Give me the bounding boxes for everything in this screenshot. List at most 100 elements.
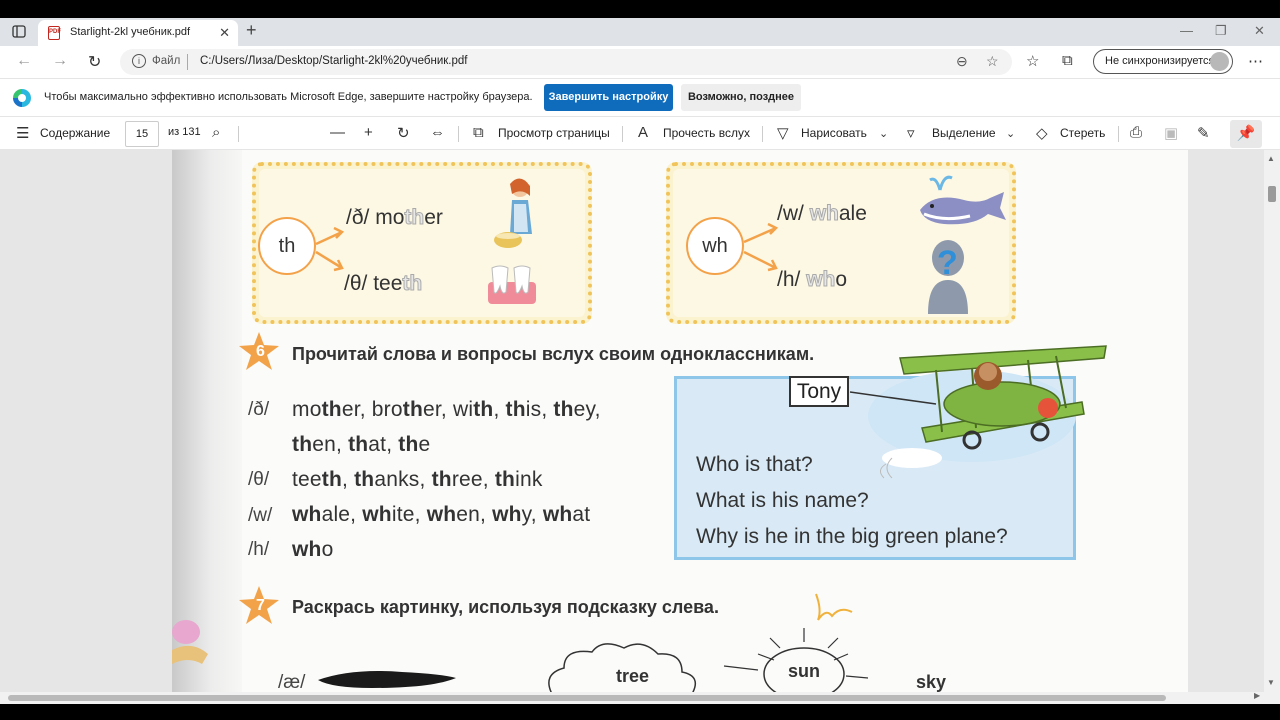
pdf-viewer[interactable]: th /ð/ mother /θ/ teeth wh /w/ whale /h/… <box>0 150 1264 692</box>
rotate-icon[interactable]: ↻ <box>397 124 410 142</box>
highlighted-letters: th <box>398 433 419 456</box>
margin-illustration <box>172 620 208 664</box>
word-part: er, bro <box>341 398 403 421</box>
highlighted-letters: th <box>354 468 375 491</box>
tab-pdf[interactable]: PDF Starlight-2kl учебник.pdf ✕ <box>38 20 238 46</box>
name-tag: Tony <box>789 376 849 407</box>
highlighted-letters: th <box>292 433 313 456</box>
word-part: , <box>493 398 506 421</box>
read-aloud-button[interactable]: Прочесть вслух <box>663 126 750 140</box>
highlighted-letters: wh <box>492 503 522 526</box>
toolbar-divider <box>1118 126 1119 142</box>
finish-setup-button[interactable]: Завершить настройку <box>544 84 673 111</box>
horizontal-scrollbar[interactable]: ▶ <box>0 691 1280 704</box>
word-part: en, <box>456 503 493 526</box>
forward-icon[interactable]: → <box>52 52 68 70</box>
highlighted-letters: wh <box>426 503 457 526</box>
info-icon[interactable]: i <box>132 54 146 68</box>
contents-button[interactable]: Содержание <box>40 126 110 140</box>
chevron-down-icon[interactable]: ⌄ <box>1006 127 1015 140</box>
tony-pointer-line <box>849 391 937 405</box>
word-part: y, <box>521 503 543 526</box>
save-as-icon[interactable]: ✎ <box>1197 124 1210 142</box>
vertical-scrollbar[interactable]: ▲ ▼ <box>1264 150 1280 692</box>
erase-button[interactable]: Стереть <box>1060 126 1105 140</box>
word-part: er <box>424 206 443 229</box>
pdf-toolbar: ☰ Содержание 15 из 131 ⌕ — + ↻ ⇔ ⧉ Просм… <box>0 116 1280 150</box>
picture-label: sun <box>788 661 821 681</box>
profile-button[interactable]: Не синхронизируется <box>1093 49 1233 74</box>
draw-icon[interactable]: ▽ <box>777 124 789 142</box>
phonics-line: /w/ whale <box>777 202 867 226</box>
whale-illustration <box>920 175 1006 225</box>
sun-outline <box>723 628 869 692</box>
word-part: tee <box>292 468 322 491</box>
ipa-label: /æ/ <box>278 672 306 692</box>
word-row: mother, brother, with, this, they, <box>292 398 601 422</box>
scroll-up-icon[interactable]: ▲ <box>1267 154 1275 163</box>
word-part: o <box>321 538 334 561</box>
tab-close-icon[interactable]: ✕ <box>219 25 230 41</box>
more-icon[interactable]: ⋯ <box>1248 52 1263 70</box>
ipa-label: /h/ <box>248 539 270 560</box>
scrollbar-thumb[interactable] <box>8 695 1166 701</box>
scroll-down-icon[interactable]: ▼ <box>1267 678 1275 687</box>
teeth-illustration <box>488 265 536 304</box>
fit-width-icon[interactable]: ⇔ <box>430 124 445 141</box>
eraser-icon[interactable]: ◇ <box>1036 124 1048 142</box>
highlighted-letters: th <box>402 398 423 421</box>
pin-toolbar-icon[interactable]: 📌 <box>1230 120 1262 148</box>
page-number-input[interactable]: 15 <box>125 121 159 147</box>
page-view-button[interactable]: Просмотр страницы <box>498 126 610 140</box>
zoom-out-icon[interactable]: — <box>330 124 345 141</box>
maybe-later-button[interactable]: Возможно, позднее <box>681 84 801 111</box>
tab-title: Starlight-2kl учебник.pdf <box>70 26 191 38</box>
read-aloud-icon[interactable]: A <box>638 124 648 141</box>
print-icon[interactable]: ⎙ <box>1130 124 1142 141</box>
avatar <box>1210 52 1229 71</box>
back-icon[interactable]: ← <box>16 52 32 70</box>
highlighted-letters: th <box>553 398 574 421</box>
refresh-icon[interactable]: ↻ <box>88 52 101 72</box>
contents-icon[interactable]: ☰ <box>16 124 29 142</box>
ipa-label: /θ/ <box>248 469 270 490</box>
collections-icon[interactable]: ⧉ <box>1062 52 1073 69</box>
highlighted-letters: th <box>321 398 342 421</box>
setup-infobar: Чтобы максимально эффективно использоват… <box>0 78 1280 116</box>
pdf-file-icon: PDF <box>48 26 61 40</box>
favorites-icon[interactable]: ☆ <box>1026 52 1039 70</box>
new-tab-button[interactable]: + <box>246 20 257 41</box>
mystery-person-illustration: ? <box>928 240 968 314</box>
pdf-page: th /ð/ mother /θ/ teeth wh /w/ whale /h/… <box>172 150 1188 692</box>
address-url[interactable]: C:/Users/Лиза/Desktop/Starlight-2kl%20уч… <box>200 55 467 67</box>
zoom-in-icon[interactable]: + <box>364 124 373 141</box>
toolbar-divider <box>458 126 459 142</box>
highlight-button[interactable]: Выделение <box>932 126 996 140</box>
edge-logo-icon <box>13 89 31 107</box>
highlight-icon[interactable]: ▿ <box>907 124 915 142</box>
restore-icon[interactable]: ❐ <box>1215 23 1227 39</box>
address-field[interactable]: i Файл C:/Users/Лиза/Desktop/Starlight-2… <box>120 49 1012 75</box>
search-icon[interactable]: ⌕ <box>212 124 220 141</box>
page-view-icon[interactable]: ⧉ <box>473 124 484 141</box>
mother-illustration <box>494 178 532 248</box>
word-row: teeth, thanks, three, think <box>292 468 543 492</box>
scrollbar-thumb[interactable] <box>1268 186 1276 202</box>
tab-actions-icon[interactable] <box>8 22 30 42</box>
word-part: ey, <box>573 398 601 421</box>
zoom-icon[interactable]: ⊖ <box>956 53 968 70</box>
draw-button[interactable]: Нарисовать <box>801 126 867 140</box>
sound-circle: wh <box>686 217 744 275</box>
word-part: ink <box>515 468 543 491</box>
word-part: ale <box>838 202 867 225</box>
add-favorite-icon[interactable]: ☆ <box>986 53 999 70</box>
highlighted-letters: th <box>505 398 526 421</box>
question-line: What is his name? <box>696 489 869 512</box>
chevron-down-icon[interactable]: ⌄ <box>879 127 888 140</box>
toolbar-divider <box>238 126 239 142</box>
scroll-right-icon[interactable]: ▶ <box>1254 691 1260 700</box>
minimize-icon[interactable]: — <box>1180 23 1193 38</box>
close-window-icon[interactable]: ✕ <box>1254 23 1265 39</box>
save-icon: ▣ <box>1164 125 1179 142</box>
branch-arrows <box>315 226 345 272</box>
